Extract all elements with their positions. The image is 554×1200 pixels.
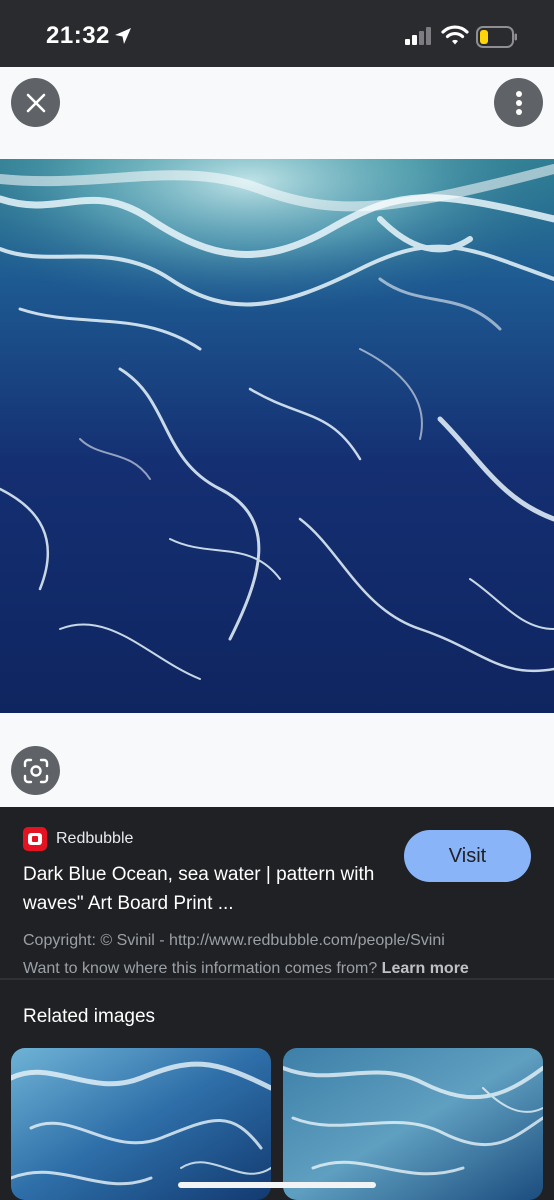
wifi-icon	[441, 24, 469, 51]
close-button[interactable]	[11, 78, 60, 127]
more-options-button[interactable]	[494, 78, 543, 127]
related-image-thumbnail[interactable]	[283, 1048, 543, 1200]
image-viewer	[0, 67, 554, 807]
related-image-thumbnail[interactable]	[11, 1048, 271, 1200]
learn-more-link[interactable]: Learn more	[382, 960, 469, 977]
google-lens-icon	[23, 758, 48, 783]
home-indicator[interactable]	[178, 1182, 376, 1188]
battery-low-icon	[476, 26, 518, 53]
image-result-info: Redbubble Dark Blue Ocean, sea water | p…	[0, 807, 554, 978]
more-vert-icon	[515, 90, 522, 115]
source-row[interactable]: Redbubble	[23, 827, 133, 851]
visit-button[interactable]: Visit	[404, 830, 531, 882]
cellular-signal-icon	[405, 27, 433, 50]
redbubble-logo-icon	[23, 827, 47, 851]
result-title[interactable]: Dark Blue Ocean, sea water | pattern wit…	[23, 860, 393, 918]
info-source-line: Want to know where this information come…	[23, 960, 469, 978]
source-name: Redbubble	[56, 830, 134, 847]
info-source-text: Want to know where this information come…	[23, 960, 378, 977]
status-time: 21:32	[46, 22, 110, 49]
divider	[0, 978, 554, 980]
location-arrow-icon	[113, 26, 133, 51]
ocean-waves-image[interactable]	[0, 159, 554, 713]
copyright-text: Copyright: © Svinil - http://www.redbubb…	[23, 932, 445, 949]
close-icon	[26, 93, 45, 112]
google-lens-button[interactable]	[11, 746, 60, 795]
related-images-heading: Related images	[23, 1006, 156, 1027]
status-bar: 21:32	[0, 0, 554, 67]
